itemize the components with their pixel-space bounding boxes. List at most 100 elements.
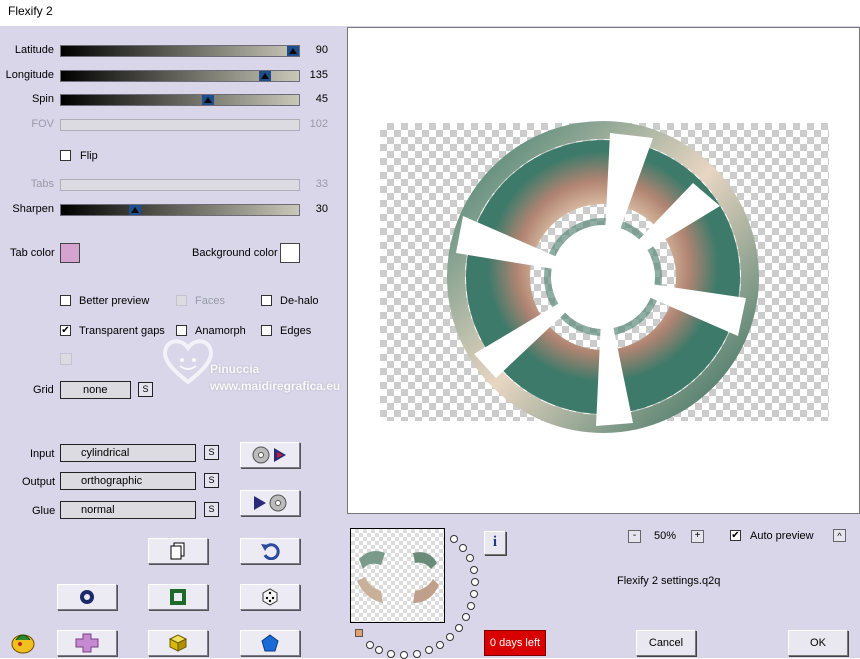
sharpen-slider[interactable]	[60, 204, 300, 216]
grid-s-button[interactable]: S	[138, 382, 153, 397]
latitude-label: Latitude	[14, 44, 54, 56]
random-button[interactable]	[240, 584, 300, 610]
better-preview-checkbox[interactable]	[60, 295, 71, 306]
navigator-dot[interactable]	[462, 613, 470, 621]
yellow-cube-icon	[168, 634, 188, 652]
tabs-value: 33	[315, 178, 328, 190]
copy-page-icon	[170, 542, 185, 560]
navigator-dot[interactable]	[446, 633, 454, 641]
navigator-dot[interactable]	[471, 578, 479, 586]
preview-image	[447, 121, 759, 433]
tab-color-label: Tab color	[10, 247, 55, 259]
info-button[interactable]: i	[484, 531, 506, 555]
background-color-label: Background color	[192, 247, 278, 259]
navigator-dot[interactable]	[436, 641, 444, 649]
navigator-dot[interactable]	[425, 646, 433, 654]
zoom-in-button[interactable]: +	[691, 530, 704, 543]
longitude-value: 135	[309, 69, 328, 81]
navigator-origin-marker	[355, 629, 363, 637]
navigator-dot[interactable]	[466, 554, 474, 562]
sharpen-slider-thumb[interactable]	[129, 205, 141, 215]
sharpen-label: Sharpen	[12, 203, 54, 215]
dice-icon	[262, 588, 278, 606]
cube-shape-button[interactable]	[148, 630, 208, 656]
edges-checkbox[interactable]	[261, 325, 272, 336]
longitude-slider[interactable]	[60, 70, 300, 82]
glue-select[interactable]: normal	[60, 501, 196, 519]
fov-label: FOV	[31, 118, 54, 130]
navigator-thumbnail[interactable]	[350, 528, 445, 623]
settings-filename: Flexify 2 settings.q2q	[617, 575, 721, 587]
input-select[interactable]: cylindrical	[60, 444, 196, 462]
fov-slider	[60, 119, 300, 131]
grid-label: Grid	[33, 384, 54, 396]
flip-checkbox[interactable]	[60, 150, 71, 161]
zoom-value: 50%	[654, 530, 677, 542]
fov-value: 102	[309, 118, 328, 130]
glue-label: Glue	[32, 505, 56, 517]
collapse-toggle-button[interactable]: ^	[833, 529, 846, 542]
navigator-dot[interactable]	[450, 535, 458, 543]
navigator-dot[interactable]	[455, 624, 463, 632]
zoom-out-button[interactable]: -	[628, 530, 641, 543]
tabs-label: Tabs	[30, 178, 54, 190]
auto-preview-checkbox[interactable]: ✔	[730, 530, 741, 541]
undo-button[interactable]	[240, 538, 300, 564]
thumbnail-image	[357, 551, 439, 603]
navigator-dot[interactable]	[459, 544, 467, 552]
faces-checkbox	[176, 295, 187, 306]
navigator-dot[interactable]	[366, 641, 374, 649]
output-label: Output	[22, 476, 56, 488]
longitude-slider-thumb[interactable]	[259, 71, 271, 81]
square-shape-button[interactable]	[148, 584, 208, 610]
ring-shape-button[interactable]	[57, 584, 117, 610]
navigator-dot[interactable]	[467, 602, 475, 610]
window-title: Flexify 2	[8, 4, 53, 18]
navigator-dot[interactable]	[470, 566, 478, 574]
logo-icon	[11, 634, 35, 654]
transparent-gaps-label: Transparent gaps	[79, 325, 165, 337]
watermark-name: Pinuccia	[210, 362, 260, 376]
navigator-dot[interactable]	[413, 650, 421, 658]
title-bar: Flexify 2	[0, 0, 860, 26]
latitude-value: 90	[315, 44, 328, 56]
grid-select[interactable]: none	[60, 381, 131, 399]
faces-label: Faces	[195, 295, 225, 307]
cancel-button[interactable]: Cancel	[636, 630, 696, 656]
spin-slider-thumb[interactable]	[202, 95, 214, 105]
latitude-slider-thumb[interactable]	[287, 46, 299, 56]
input-s-button[interactable]: S	[204, 445, 219, 460]
output-s-button[interactable]: S	[204, 473, 219, 488]
copy-button[interactable]	[148, 538, 208, 564]
watermark-url: www.maidiregrafica.eu	[210, 379, 341, 393]
trial-days-left-badge[interactable]: 0 days left	[484, 630, 546, 656]
navigator-dot[interactable]	[470, 590, 478, 598]
play-disc-icon	[254, 494, 287, 512]
anamorph-checkbox[interactable]	[176, 325, 187, 336]
navigator-dot[interactable]	[387, 650, 395, 658]
longitude-label: Longitude	[5, 69, 54, 81]
preview-pane[interactable]	[347, 27, 860, 514]
glue-s-button[interactable]: S	[204, 502, 219, 517]
latitude-slider[interactable]	[60, 45, 300, 57]
cross-shape-button[interactable]	[57, 630, 117, 656]
sharpen-value: 30	[315, 203, 328, 215]
de-halo-checkbox[interactable]	[261, 295, 272, 306]
disabled-checkbox	[60, 353, 72, 365]
load-preset-button[interactable]	[240, 442, 300, 468]
blue-pentagon-icon	[261, 634, 279, 652]
spin-slider[interactable]	[60, 94, 300, 106]
ok-button[interactable]: OK	[788, 630, 848, 656]
save-preset-button[interactable]	[240, 490, 300, 516]
navigator-dot[interactable]	[375, 646, 383, 654]
undo-arrow-icon	[261, 543, 280, 560]
spin-label: Spin	[31, 93, 54, 105]
background-color-swatch[interactable]	[280, 243, 300, 263]
purple-cross-icon	[75, 633, 99, 653]
transparent-gaps-checkbox[interactable]: ✔	[60, 325, 71, 336]
output-select[interactable]: orthographic	[60, 472, 196, 490]
disc-play-icon	[252, 446, 286, 464]
better-preview-label: Better preview	[79, 295, 150, 307]
tab-color-swatch[interactable]	[60, 243, 80, 263]
pentagon-shape-button[interactable]	[240, 630, 300, 656]
